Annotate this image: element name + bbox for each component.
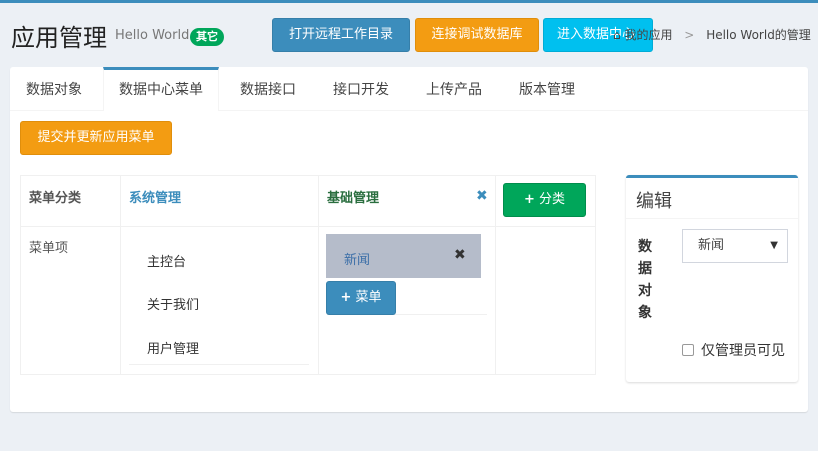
- add-menu-label: 菜单: [355, 290, 382, 305]
- tab-version-management[interactable]: 版本管理: [519, 67, 575, 111]
- grid-row-divider: [21, 226, 595, 227]
- data-object-label: 数据对象: [638, 239, 652, 321]
- tab-data-objects[interactable]: 数据对象: [26, 67, 82, 111]
- category-basic-management[interactable]: 基础管理: [327, 187, 379, 206]
- menu-item-news-label: 新闻: [344, 253, 371, 268]
- top-accent-line: [0, 0, 818, 3]
- breadcrumb: ⌂ 我的应用 > Hello World的管理: [613, 26, 811, 43]
- home-icon: ⌂: [613, 28, 621, 42]
- add-menu-button[interactable]: + 菜单: [326, 281, 396, 315]
- category-badge: 其它: [190, 28, 224, 46]
- edit-panel: 编辑 数据对象 新闻 ▼ 仅管理员可见: [626, 175, 798, 382]
- plus-icon: +: [340, 290, 352, 305]
- grid-divider: [318, 176, 319, 375]
- admin-only-label[interactable]: 仅管理员可见: [701, 340, 785, 360]
- caret-down-icon: ▼: [770, 240, 778, 251]
- data-object-select[interactable]: 新闻 ▼: [682, 229, 788, 263]
- open-remote-dir-button[interactable]: 打开远程工作目录: [272, 18, 410, 52]
- page-subtitle: Hello World: [115, 28, 190, 43]
- edit-panel-title: 编辑: [636, 191, 672, 212]
- plus-icon: +: [524, 192, 535, 207]
- breadcrumb-current: Hello World的管理: [706, 28, 811, 42]
- breadcrumb-separator: >: [684, 28, 695, 42]
- category-system-management[interactable]: 系统管理: [129, 187, 181, 206]
- menu-item-dashboard[interactable]: 主控台: [147, 251, 186, 270]
- grid-divider: [120, 176, 121, 375]
- menu-item-news-selected[interactable]: 新闻 ✖: [326, 234, 481, 278]
- breadcrumb-home-link[interactable]: 我的应用: [624, 28, 672, 42]
- menu-item-about-us[interactable]: 关于我们: [147, 294, 199, 313]
- close-icon[interactable]: ✖: [476, 189, 488, 203]
- add-category-label: 分类: [538, 192, 565, 207]
- main-card: 数据对象 数据中心菜单 数据接口 接口开发 上传产品 版本管理 提交并更新应用菜…: [10, 67, 808, 412]
- data-object-select-value: 新闻: [698, 238, 725, 253]
- menu-item-user-management[interactable]: 用户管理: [147, 338, 199, 357]
- tab-bar: 数据对象 数据中心菜单 数据接口 接口开发 上传产品 版本管理: [10, 67, 808, 111]
- close-icon[interactable]: ✖: [454, 248, 466, 262]
- tab-upload-product[interactable]: 上传产品: [426, 67, 482, 111]
- tab-interface-dev[interactable]: 接口开发: [333, 67, 389, 111]
- menu-item-divider: [129, 364, 309, 365]
- page-title: 应用管理: [11, 24, 107, 52]
- connect-debug-db-button[interactable]: 连接调试数据库: [415, 18, 539, 52]
- submit-update-menu-button[interactable]: 提交并更新应用菜单: [20, 121, 172, 155]
- admin-only-checkbox[interactable]: [682, 344, 694, 356]
- grid-divider: [495, 176, 496, 375]
- tab-data-interface[interactable]: 数据接口: [240, 67, 296, 111]
- menu-category-header: 菜单分类: [29, 191, 82, 206]
- edit-panel-divider: [626, 218, 798, 219]
- tab-data-center-menu[interactable]: 数据中心菜单: [103, 67, 219, 111]
- menu-item-header: 菜单项: [29, 241, 69, 256]
- add-category-button[interactable]: + 分类: [503, 183, 586, 217]
